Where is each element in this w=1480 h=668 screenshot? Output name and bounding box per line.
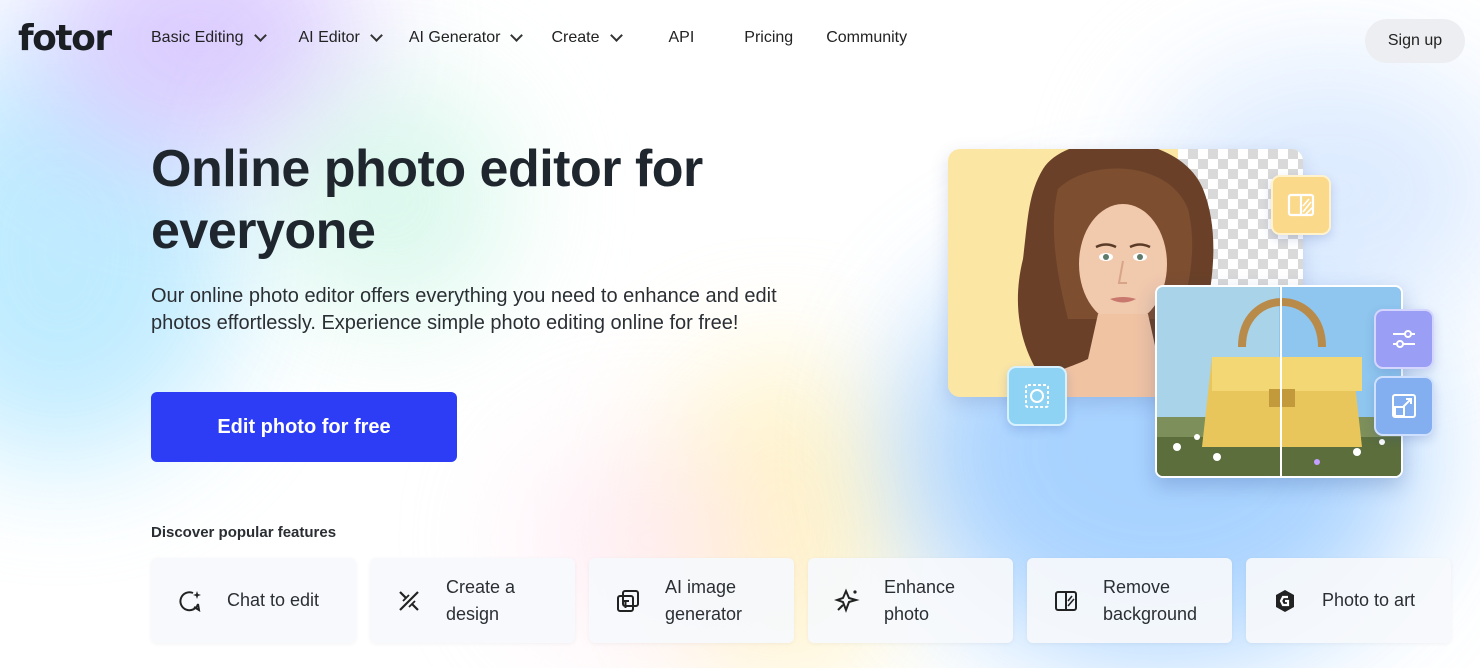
chevron-down-icon <box>253 29 267 42</box>
nav-api[interactable]: API <box>669 29 695 47</box>
feature-remove-background[interactable]: Remove background <box>1027 558 1232 643</box>
feature-label: Enhance photo <box>884 576 956 624</box>
nav-label: Pricing <box>744 29 794 46</box>
nav-label: AI Editor <box>298 29 360 46</box>
remove-bg-tool-icon <box>1271 175 1331 235</box>
sign-up-button[interactable]: Sign up <box>1365 19 1465 63</box>
chat-sparkle-icon <box>179 590 201 612</box>
features-heading: Discover popular features <box>151 524 337 541</box>
nav-label: Create <box>551 29 600 46</box>
feature-label: AI image generator <box>665 576 743 624</box>
hero-description: Our online photo editor offers everythin… <box>151 285 777 334</box>
handbag-photo <box>1155 285 1403 478</box>
nav-label: Basic Editing <box>151 29 244 46</box>
nav-basic-editing[interactable]: Basic Editing <box>151 29 267 47</box>
nav-ai-editor[interactable]: AI Editor <box>298 29 383 47</box>
chevron-down-icon <box>609 29 623 42</box>
feature-create-design[interactable]: Create a design <box>370 558 575 643</box>
chevron-down-icon <box>369 29 383 42</box>
ai-image-icon <box>617 589 639 612</box>
nav-pricing[interactable]: Pricing <box>744 29 793 47</box>
hero-illustration <box>940 130 1440 480</box>
enhance-sparkle-icon <box>834 587 860 613</box>
remove-bg-icon <box>1055 590 1077 611</box>
fotor-logo[interactable]: fotor <box>18 18 112 59</box>
resize-icon <box>1374 376 1434 436</box>
nav-label: API <box>668 29 695 46</box>
feature-list: Chat to edit Create a design AI image ge… <box>151 558 1451 643</box>
feature-chat-to-edit[interactable]: Chat to edit <box>151 558 356 643</box>
nav-label: AI Generator <box>408 29 501 46</box>
design-tools-icon <box>399 590 419 611</box>
main-nav: Basic Editing AI Editor AI Generator Cre… <box>151 29 907 47</box>
page-title: Online photo editor for everyone <box>151 140 703 260</box>
portrait-retouch-icon <box>1007 366 1067 426</box>
feature-label: Chat to edit <box>227 590 320 610</box>
feature-photo-to-art[interactable]: Photo to art <box>1246 558 1451 643</box>
feature-enhance-photo[interactable]: Enhance photo <box>808 558 1013 643</box>
nav-create[interactable]: Create <box>551 29 623 47</box>
adjust-sliders-icon <box>1374 309 1434 369</box>
nav-label: Community <box>826 29 908 46</box>
photo-to-art-icon <box>1276 589 1294 612</box>
chevron-down-icon <box>510 29 524 42</box>
nav-ai-generator[interactable]: AI Generator <box>408 29 524 47</box>
nav-community[interactable]: Community <box>826 29 907 47</box>
feature-label: Photo to art <box>1322 590 1416 610</box>
edit-photo-button[interactable]: Edit photo for free <box>151 392 457 462</box>
feature-label: Create a design <box>446 576 516 624</box>
feature-ai-image-generator[interactable]: AI image generator <box>589 558 794 643</box>
feature-label: Remove background <box>1103 576 1198 624</box>
